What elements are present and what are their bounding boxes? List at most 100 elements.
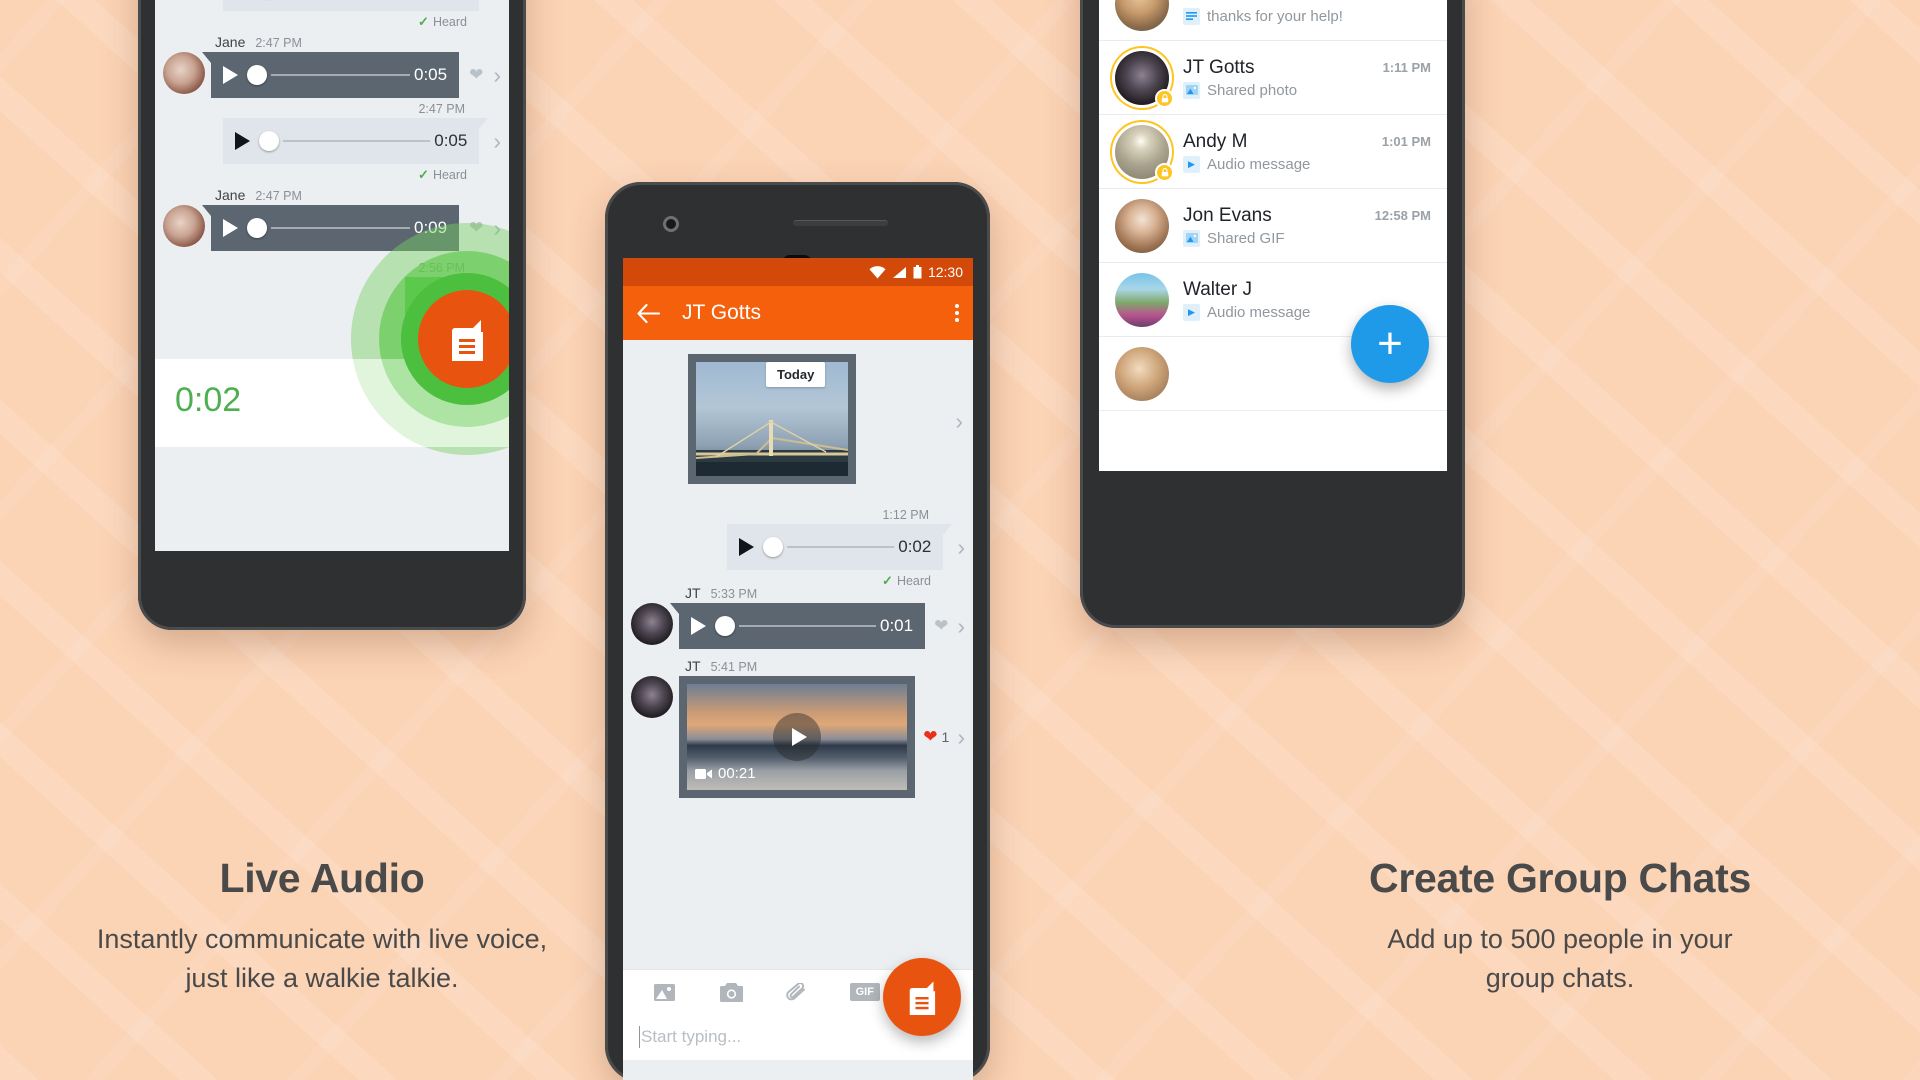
audio-message-bubble[interactable]: 0:03 (223, 0, 480, 11)
message-input-placeholder: Start typing... (641, 1027, 742, 1046)
video-message-bubble[interactable]: 00:21 (679, 676, 916, 798)
scrubber-knob[interactable] (715, 616, 735, 636)
list-item[interactable]: Jon Evans Shared GIF 12:58 PM (1099, 189, 1447, 263)
scrubber-track[interactable] (271, 74, 410, 76)
left-phone-device: Jane 2:45 PM 0:05 ❤ › 2:46 PM (138, 0, 526, 630)
chevron-right-icon[interactable]: › (493, 129, 501, 153)
scrubber-knob[interactable] (247, 65, 267, 85)
new-group-chat-button[interactable]: + (1351, 305, 1429, 383)
play-icon[interactable] (223, 219, 238, 237)
audio-message-bubble[interactable]: 0:05 (223, 118, 489, 164)
chevron-right-icon[interactable]: › (493, 63, 501, 87)
status-bar-time: 12:30 (927, 264, 963, 280)
play-icon[interactable] (223, 66, 238, 84)
push-to-talk-button-front[interactable] (418, 290, 509, 388)
overflow-menu-icon[interactable] (955, 304, 959, 322)
avatar[interactable] (163, 52, 205, 94)
caption-line-1: Instantly communicate with live voice, (96, 924, 548, 954)
scrubber-knob[interactable] (763, 537, 783, 557)
avatar[interactable] (1115, 50, 1174, 108)
list-item[interactable]: Andy M ▶ Audio message 1:01 PM (1099, 115, 1447, 189)
avatar[interactable] (1115, 346, 1169, 401)
contact-name: Andy M (1183, 130, 1248, 152)
recording-timer: 0:02 (175, 381, 242, 419)
photo-message[interactable]: Today (688, 354, 856, 484)
message-row: JT 5:41 PM 00:21 ❤ 1 › (631, 658, 965, 798)
right-caption: Create Group Chats Add up to 500 people … (1238, 855, 1882, 998)
preview-text-row: Shared GIF (1183, 229, 1285, 247)
earpiece-speaker (793, 220, 888, 226)
caption-line-2: just like a walkie talkie. (185, 963, 459, 994)
scrubber-knob[interactable] (247, 218, 267, 238)
chevron-right-icon[interactable]: › (957, 725, 965, 749)
avatar[interactable] (1115, 124, 1174, 182)
avatar[interactable] (163, 205, 205, 247)
right-phone-device: Victoria Rose ▶ Victoria is talking 1:39… (1080, 0, 1465, 628)
message-time: 5:33 PM (710, 587, 758, 601)
play-icon[interactable] (235, 132, 250, 150)
message-time: 2:47 PM (255, 36, 302, 50)
avatar[interactable] (1115, 0, 1169, 31)
heart-icon[interactable]: ❤ (923, 727, 937, 747)
front-camera (663, 216, 679, 232)
page-title: Live Audio (219, 855, 425, 901)
avatar[interactable] (1115, 198, 1169, 253)
audio-duration: 0:05 (413, 65, 448, 84)
signal-icon (892, 266, 906, 278)
scrubber-track[interactable] (739, 625, 876, 627)
reaction-badge[interactable]: ❤ 1 (923, 727, 949, 747)
reaction-count: 1 (941, 729, 950, 745)
play-icon[interactable] (739, 538, 754, 556)
timestamp: 1:01 PM (1381, 134, 1431, 149)
check-icon: ✓ (418, 14, 429, 29)
list-item[interactable]: JT Gotts Shared photo 1:11 PM (1099, 41, 1447, 115)
contact-name: Jane D (1183, 0, 1343, 5)
message-status: ✓ Heard (418, 14, 467, 29)
chevron-right-icon[interactable]: › (957, 535, 965, 559)
scrubber-track[interactable] (283, 140, 431, 142)
preview-text-row: ▶ Audio message (1183, 303, 1310, 321)
contact-name: Walter J (1183, 278, 1252, 300)
list-item[interactable]: Jane D thanks for your help! 1:37 PM (1099, 0, 1447, 41)
video-camera-icon (695, 768, 712, 779)
scrubber-knob[interactable] (259, 131, 279, 151)
chevron-right-icon[interactable]: › (955, 410, 963, 433)
preview-text-row: thanks for your help! (1183, 7, 1343, 25)
attachment-icon[interactable] (765, 982, 832, 1002)
back-arrow-icon[interactable] (637, 303, 660, 323)
message-status: ✓ Heard (418, 167, 467, 182)
caption-line-2: group chats. (1485, 963, 1635, 994)
push-to-talk-button[interactable] (883, 958, 961, 1036)
status-bar: 12:30 (623, 258, 973, 286)
scrubber-track[interactable] (271, 227, 410, 229)
message-time: 1:12 PM (882, 508, 929, 522)
chevron-right-icon[interactable]: › (957, 614, 965, 638)
walkie-talkie-icon (909, 981, 936, 1015)
heart-icon[interactable]: ❤ (934, 616, 948, 636)
audio-message-bubble[interactable]: 0:05 (201, 52, 460, 98)
play-icon[interactable] (773, 713, 822, 761)
avatar[interactable] (631, 676, 673, 718)
scrubber-track[interactable] (787, 546, 895, 548)
caption-line-1: Add up to 500 people in your (1387, 924, 1733, 954)
contact-name: JT Gotts (1183, 56, 1255, 78)
video-duration-overlay: 00:21 (695, 765, 756, 782)
preview-text-row: Shared photo (1183, 81, 1297, 99)
day-divider: Today (766, 362, 826, 387)
timestamp: 1:11 PM (1382, 60, 1431, 75)
audio-message-bubble[interactable]: 0:01 (669, 603, 926, 649)
camera-icon[interactable] (698, 982, 765, 1002)
play-icon[interactable] (691, 617, 706, 635)
contact-name: Jon Evans (1183, 204, 1272, 226)
chat-title: JT Gotts (682, 301, 761, 324)
left-caption: Live Audio Instantly communicate with li… (0, 855, 644, 998)
message-time: 2:47 PM (255, 189, 302, 203)
center-phone-device: 12:30 JT Gotts Today › 1:12 PM 0:02 › ✓ … (605, 182, 990, 1080)
audio-message-bubble[interactable]: 0:02 (727, 524, 953, 570)
heart-icon[interactable]: ❤ (469, 65, 483, 85)
audio-duration: 0:01 (879, 616, 914, 635)
avatar[interactable] (631, 603, 673, 645)
message-sender: JT (685, 658, 701, 674)
avatar[interactable] (1115, 272, 1169, 327)
page-title: Create Group Chats (1369, 855, 1751, 901)
